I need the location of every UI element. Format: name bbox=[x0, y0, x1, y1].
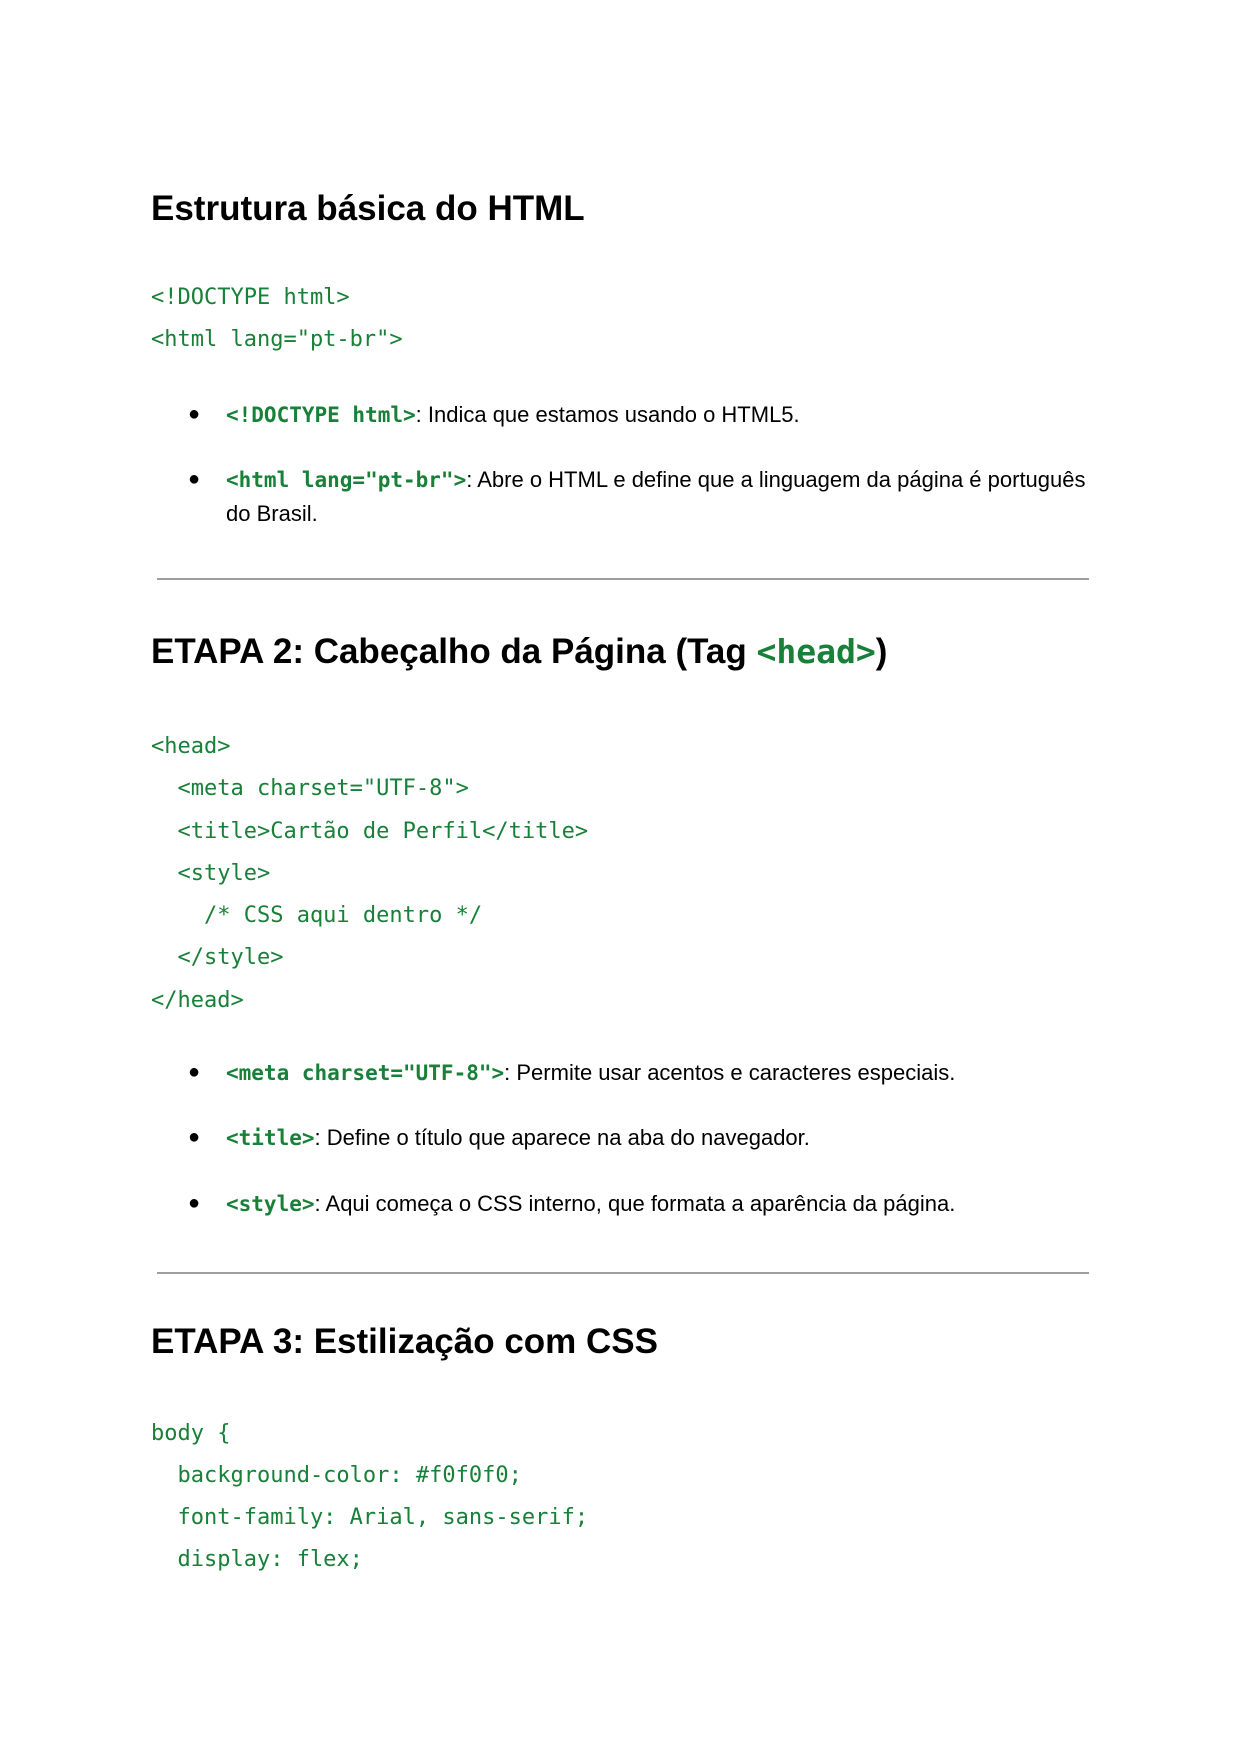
section-1-heading: Estrutura básica do HTML bbox=[151, 189, 585, 228]
code-line: <!DOCTYPE html> bbox=[151, 285, 350, 310]
section-3-heading: ETAPA 3: Estilização com CSS bbox=[151, 1322, 658, 1361]
code-line: display: flex; bbox=[151, 1547, 363, 1572]
bullet-text: : Aqui começa o CSS interno, que formata… bbox=[314, 1191, 956, 1216]
code-line: /* CSS aqui dentro */ bbox=[151, 903, 483, 928]
inline-code: <html lang="pt-br"> bbox=[226, 468, 467, 492]
bullet-icon: ● bbox=[188, 403, 201, 425]
bullet-icon: ● bbox=[188, 1126, 201, 1148]
code-line: </head> bbox=[151, 988, 244, 1013]
bullet-item: ● <style>: Aqui começa o CSS interno, que… bbox=[188, 1187, 1086, 1221]
heading-inline-code: <head> bbox=[756, 632, 876, 671]
bullet-item: ● <!DOCTYPE html>: Indica que estamos usa… bbox=[188, 398, 1086, 432]
code-line: <head> bbox=[151, 734, 231, 759]
bullet-item: ● <meta charset="UTF-8">: Permite usar ac… bbox=[188, 1056, 1086, 1090]
horizontal-rule bbox=[157, 1272, 1089, 1274]
document-page: Estrutura básica do HTML <!DOCTYPE html>… bbox=[0, 0, 1242, 1755]
inline-code: <title> bbox=[226, 1126, 315, 1150]
code-line: body { bbox=[151, 1421, 231, 1446]
bullet-item: ● <title>: Define o título que aparece na… bbox=[188, 1121, 1086, 1155]
code-line: <title>Cartão de Perfil</title> bbox=[151, 819, 589, 844]
bullet-item: ● <html lang="pt-br">: Abre o HTML e defi… bbox=[188, 463, 1086, 530]
inline-code: <style> bbox=[226, 1192, 315, 1216]
horizontal-rule bbox=[157, 578, 1089, 580]
heading-text: ) bbox=[875, 632, 888, 671]
bullet-icon: ● bbox=[188, 1192, 201, 1214]
bullet-icon: ● bbox=[188, 468, 201, 490]
code-line: <html lang="pt-br"> bbox=[151, 327, 403, 352]
inline-code: <meta charset="UTF-8"> bbox=[226, 1061, 505, 1085]
code-line: font-family: Arial, sans-serif; bbox=[151, 1505, 589, 1530]
heading-text: ETAPA 2: Cabeçalho da Página (Tag bbox=[151, 632, 757, 671]
bullet-text: : Permite usar acentos e caracteres espe… bbox=[504, 1060, 956, 1085]
inline-code: <!DOCTYPE html> bbox=[226, 403, 416, 427]
code-line: <style> bbox=[151, 861, 271, 886]
section-2-heading: ETAPA 2: Cabeçalho da Página (Tag <head>… bbox=[151, 630, 887, 674]
bullet-icon: ● bbox=[188, 1061, 201, 1083]
code-line: background-color: #f0f0f0; bbox=[151, 1463, 522, 1488]
code-line: </style> bbox=[151, 945, 284, 970]
bullet-text: : Indica que estamos usando o HTML5. bbox=[415, 402, 800, 427]
bullet-text: : Define o título que aparece na aba do … bbox=[314, 1125, 810, 1150]
code-line: <meta charset="UTF-8"> bbox=[151, 776, 469, 801]
